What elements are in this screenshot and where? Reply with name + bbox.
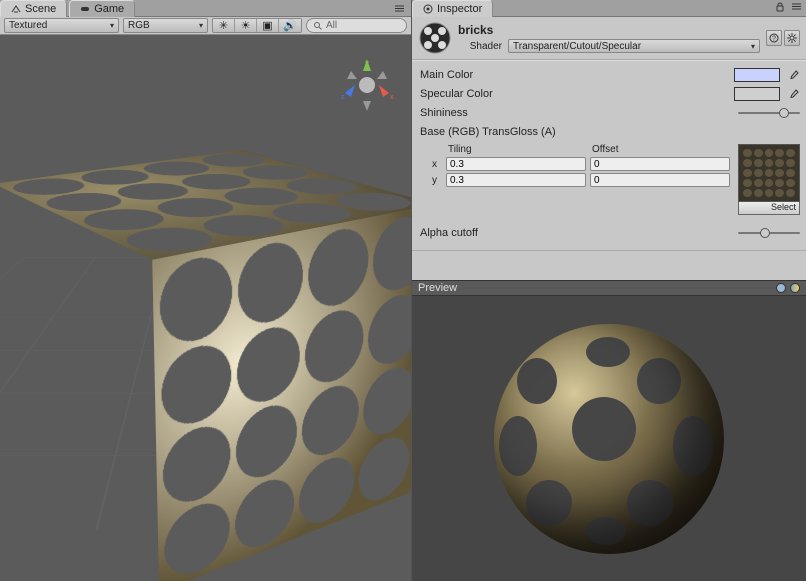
tab-scene-label: Scene — [25, 3, 56, 15]
eyedropper-icon[interactable] — [786, 68, 800, 82]
settings-button[interactable] — [784, 30, 800, 46]
lock-icon[interactable] — [775, 2, 785, 15]
panel-context-menu-icon[interactable] — [791, 1, 802, 15]
texture-thumbnail[interactable] — [738, 144, 800, 202]
chevron-down-icon: ▾ — [199, 21, 203, 30]
render-mode-value: Textured — [9, 20, 47, 31]
tiling-x-input[interactable] — [446, 157, 586, 171]
image-toggle[interactable]: ▣ — [257, 19, 279, 32]
scene-search-input[interactable]: All — [306, 18, 407, 33]
alpha-cutoff-label: Alpha cutoff — [420, 227, 732, 239]
material-sphere-icon — [418, 21, 452, 55]
scene-viewport[interactable]: y x z — [0, 35, 411, 581]
gizmo-y-label: y — [365, 60, 369, 67]
tiling-y-input[interactable] — [446, 173, 586, 187]
panel-menu-icon[interactable] — [391, 0, 407, 16]
shader-label: Shader — [458, 41, 502, 52]
inspector-icon — [423, 4, 433, 14]
tab-inspector[interactable]: Inspector — [412, 0, 493, 17]
eyedropper-icon[interactable] — [786, 87, 800, 101]
shader-value: Transparent/Cutout/Specular — [513, 41, 641, 52]
offset-y-input[interactable] — [590, 173, 730, 187]
tab-game[interactable]: Game — [69, 0, 135, 17]
main-color-swatch[interactable] — [734, 68, 780, 82]
material-header: bricks Shader Transparent/Cutout/Specula… — [412, 17, 806, 60]
spec-color-label: Specular Color — [420, 88, 728, 100]
inspector-body: bricks Shader Transparent/Cutout/Specula… — [412, 17, 806, 581]
preview-title: Preview — [418, 282, 457, 294]
main-color-label: Main Color — [420, 69, 728, 81]
render-mode-dropdown[interactable]: Textured ▾ — [4, 18, 119, 33]
scene-cube — [56, 191, 356, 491]
material-properties: Main Color Specular Color Shininess — [412, 60, 806, 251]
view-toggles-group: ✳ ☀ ▣ 🔊 — [212, 18, 302, 33]
tab-game-label: Game — [94, 3, 124, 15]
spec-color-swatch[interactable] — [734, 87, 780, 101]
preview-light-color-button[interactable] — [790, 283, 800, 293]
svg-text:?: ? — [772, 36, 776, 43]
tab-scene[interactable]: Scene — [0, 0, 67, 17]
gizmo-z-label: z — [341, 94, 345, 101]
fx-toggle[interactable]: ✳ — [213, 19, 235, 32]
inspector-tab-bar: Inspector — [412, 0, 806, 17]
preview-sphere — [494, 324, 724, 554]
offset-header: Offset — [590, 144, 730, 155]
tiling-header: Tiling — [446, 144, 586, 155]
search-placeholder: All — [326, 20, 337, 31]
scene-tab-bar: Scene Game — [0, 0, 411, 17]
alpha-cutoff-slider[interactable] — [738, 227, 800, 239]
help-button[interactable]: ? — [766, 30, 782, 46]
scene-toolbar: Textured ▾ RGB ▾ ✳ ☀ ▣ 🔊 All — [0, 17, 411, 35]
audio-toggle[interactable]: 🔊 — [279, 19, 301, 32]
material-name: bricks — [458, 23, 760, 37]
preview-light-blue-button[interactable] — [776, 283, 786, 293]
game-icon — [80, 4, 90, 14]
y-axis-label: y — [432, 175, 442, 186]
x-axis-label: x — [432, 159, 442, 170]
material-preview-viewport[interactable] — [412, 296, 806, 581]
chevron-down-icon: ▾ — [751, 42, 755, 51]
color-mode-value: RGB — [128, 20, 150, 31]
shininess-label: Shininess — [420, 107, 732, 119]
light-toggle[interactable]: ☀ — [235, 19, 257, 32]
offset-x-input[interactable] — [590, 157, 730, 171]
shininess-slider[interactable] — [738, 107, 800, 119]
chevron-down-icon: ▾ — [110, 21, 114, 30]
scene-icon — [11, 4, 21, 14]
orientation-gizmo[interactable]: y x z — [339, 57, 395, 113]
gizmo-x-label: x — [390, 94, 394, 101]
shader-dropdown[interactable]: Transparent/Cutout/Specular ▾ — [508, 39, 760, 53]
texture-select-button[interactable]: Select — [738, 202, 800, 215]
preview-header: Preview — [412, 280, 806, 296]
search-icon — [313, 21, 322, 30]
base-tex-label: Base (RGB) TransGloss (A) — [420, 126, 800, 138]
color-mode-dropdown[interactable]: RGB ▾ — [123, 18, 208, 33]
tab-inspector-label: Inspector — [437, 3, 482, 15]
